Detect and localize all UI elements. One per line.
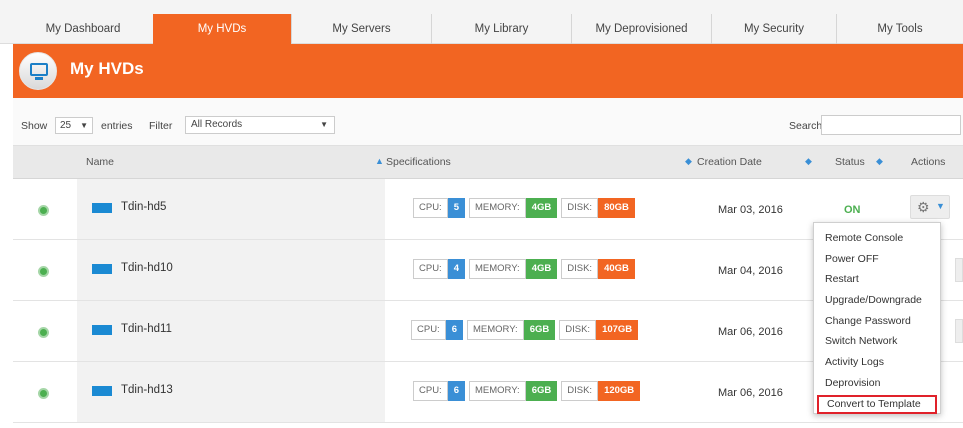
- caret-down-icon: ▼: [80, 121, 88, 130]
- specifications: CPU: 6 MEMORY: 6GB DISK: 120GB: [413, 381, 641, 401]
- cpu-value: 6: [445, 320, 463, 340]
- creation-date: Mar 06, 2016: [718, 326, 783, 338]
- creation-date: Mar 04, 2016: [718, 265, 783, 277]
- column-header-name[interactable]: Name: [86, 156, 114, 168]
- menu-item-restart[interactable]: Restart: [814, 269, 940, 290]
- memory-label: MEMORY:: [469, 381, 526, 401]
- actions-button[interactable]: ⚙ ▼: [910, 195, 950, 219]
- menu-item-upgrade-downgrade[interactable]: Upgrade/Downgrade: [814, 290, 940, 311]
- tab-my-security[interactable]: My Security: [711, 14, 836, 44]
- cpu-label: CPU:: [413, 259, 448, 279]
- hvd-name[interactable]: Tdin-hd13: [121, 384, 173, 396]
- hvd-icon: [92, 264, 112, 274]
- specifications: CPU: 5 MEMORY: 4GB DISK: 80GB: [413, 198, 635, 218]
- page-banner: My HVDs: [13, 44, 963, 98]
- filter-select[interactable]: All Records ▼: [185, 116, 335, 134]
- specifications: CPU: 4 MEMORY: 4GB DISK: 40GB: [413, 259, 635, 279]
- disk-value: 80GB: [598, 198, 635, 218]
- caret-down-icon: ▼: [320, 120, 328, 129]
- page-size-value: 25: [60, 120, 72, 131]
- sort-icon[interactable]: ◆: [685, 156, 692, 167]
- status-dot-icon: [38, 205, 49, 216]
- hvd-name[interactable]: Tdin-hd10: [121, 262, 173, 274]
- menu-item-deprovision[interactable]: Deprovision: [814, 373, 940, 394]
- memory-value: 6GB: [525, 381, 558, 401]
- disk-label: DISK:: [561, 198, 599, 218]
- menu-item-power-off[interactable]: Power OFF: [814, 249, 940, 270]
- column-header-status[interactable]: Status: [835, 156, 865, 168]
- table-controls: Show 25 ▼ entries Filter All Records ▼ S…: [13, 98, 963, 146]
- menu-item-switch-network[interactable]: Switch Network: [814, 331, 940, 352]
- actions-button[interactable]: [955, 258, 963, 282]
- disk-value: 40GB: [598, 259, 635, 279]
- status-badge: ON: [844, 204, 861, 216]
- table-header: Name ▲ Specifications ◆ Creation Date ◆ …: [13, 146, 963, 179]
- memory-label: MEMORY:: [467, 320, 524, 340]
- cpu-label: CPU:: [411, 320, 446, 340]
- tab-my-deprovisioned[interactable]: My Deprovisioned: [571, 14, 711, 44]
- disk-value: 107GB: [596, 320, 639, 340]
- cpu-value: 6: [447, 381, 465, 401]
- gear-icon: ⚙: [917, 199, 930, 215]
- creation-date: Mar 03, 2016: [718, 204, 783, 216]
- entries-label: entries: [101, 120, 133, 132]
- menu-item-change-password[interactable]: Change Password: [814, 311, 940, 332]
- tab-my-dashboard[interactable]: My Dashboard: [13, 14, 153, 44]
- page-size-select[interactable]: 25 ▼: [55, 117, 93, 134]
- disk-label: DISK:: [559, 320, 597, 340]
- actions-button[interactable]: [955, 319, 963, 343]
- page-title: My HVDs: [70, 59, 144, 78]
- actions-dropdown-menu: Remote Console Power OFF Restart Upgrade…: [813, 222, 941, 414]
- cpu-label: CPU:: [413, 381, 448, 401]
- chevron-down-icon: ▼: [936, 201, 945, 211]
- column-header-actions: Actions: [911, 156, 946, 168]
- column-header-creation-date[interactable]: Creation Date: [697, 156, 762, 168]
- tab-my-tools[interactable]: My Tools: [836, 14, 963, 44]
- tab-my-library[interactable]: My Library: [431, 14, 571, 44]
- show-label: Show: [21, 120, 48, 132]
- hvd-icon: [92, 386, 112, 396]
- hvd-name[interactable]: Tdin-hd5: [121, 201, 166, 213]
- sort-icon[interactable]: ◆: [876, 156, 883, 167]
- memory-value: 4GB: [525, 198, 558, 218]
- memory-label: MEMORY:: [469, 259, 526, 279]
- search-input[interactable]: [821, 115, 961, 135]
- hvd-icon: [92, 203, 112, 213]
- memory-label: MEMORY:: [469, 198, 526, 218]
- disk-label: DISK:: [561, 381, 599, 401]
- monitor-icon: [19, 52, 57, 90]
- creation-date: Mar 06, 2016: [718, 387, 783, 399]
- status-dot-icon: [38, 266, 49, 277]
- tab-my-hvds[interactable]: My HVDs: [153, 14, 291, 44]
- main-tabs: My Dashboard My HVDs My Servers My Libra…: [0, 0, 963, 44]
- hvd-icon: [92, 325, 112, 335]
- status-dot-icon: [38, 388, 49, 399]
- menu-item-activity-logs[interactable]: Activity Logs: [814, 352, 940, 373]
- specifications: CPU: 6 MEMORY: 6GB DISK: 107GB: [411, 320, 639, 340]
- memory-value: 4GB: [525, 259, 558, 279]
- sort-up-icon[interactable]: ▲: [375, 156, 384, 166]
- menu-item-remote-console[interactable]: Remote Console: [814, 228, 940, 249]
- menu-item-convert-to-template[interactable]: Convert to Template: [817, 394, 937, 414]
- cpu-label: CPU:: [413, 198, 448, 218]
- tab-my-servers[interactable]: My Servers: [291, 14, 431, 44]
- memory-value: 6GB: [523, 320, 556, 340]
- filter-label: Filter: [149, 120, 173, 132]
- column-header-specifications[interactable]: Specifications: [386, 156, 451, 168]
- filter-value: All Records: [191, 119, 243, 130]
- hvd-name[interactable]: Tdin-hd11: [121, 323, 172, 335]
- disk-label: DISK:: [561, 259, 599, 279]
- disk-value: 120GB: [598, 381, 641, 401]
- cpu-value: 4: [447, 259, 465, 279]
- sort-icon[interactable]: ◆: [805, 156, 812, 167]
- status-dot-icon: [38, 327, 49, 338]
- search-label: Search:: [789, 120, 826, 132]
- cpu-value: 5: [447, 198, 465, 218]
